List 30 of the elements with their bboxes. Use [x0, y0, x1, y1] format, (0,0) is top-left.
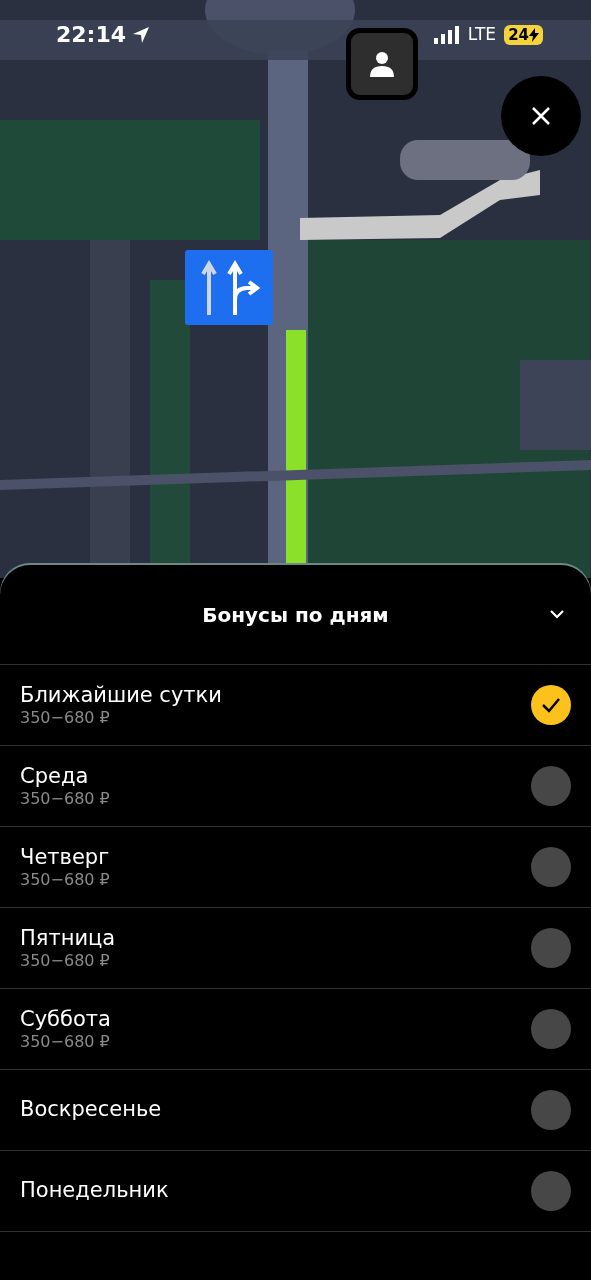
check-icon — [541, 697, 561, 713]
option-price: 350−680 ₽ — [20, 1032, 111, 1052]
radio-button[interactable] — [531, 1090, 571, 1130]
radio-button[interactable] — [531, 847, 571, 887]
close-icon — [531, 106, 551, 126]
option-name: Пятница — [20, 925, 116, 951]
option-price: 350−680 ₽ — [20, 789, 110, 809]
option-name: Четверг — [20, 844, 110, 870]
network-type: LTE — [467, 22, 497, 46]
radio-button[interactable] — [531, 1171, 571, 1211]
option-name: Понедельник — [20, 1178, 169, 1204]
location-arrow-icon — [132, 25, 151, 44]
radio-button[interactable] — [531, 928, 571, 968]
chevron-icon[interactable] — [549, 609, 565, 619]
option-price: 350−680 ₽ — [20, 870, 110, 890]
option-name: Ближайшие сутки — [20, 682, 222, 708]
option-price: 350−680 ₽ — [20, 708, 111, 728]
person-icon — [368, 50, 396, 78]
sheet-title: Бонусы по дням — [202, 601, 389, 629]
option-name: Воскресенье — [20, 1097, 162, 1123]
status-time: 22:14 — [56, 21, 127, 49]
option-name: Среда — [20, 763, 90, 789]
signal-icon — [433, 25, 460, 44]
user-marker[interactable] — [346, 28, 418, 100]
lane-sign-icon — [185, 250, 273, 325]
radio-button[interactable] — [531, 766, 571, 806]
option-name: Суббота — [20, 1006, 111, 1032]
radio-button[interactable] — [531, 1009, 571, 1049]
radio-button[interactable] — [531, 685, 571, 725]
option-price: 350−680 ₽ — [20, 951, 111, 971]
